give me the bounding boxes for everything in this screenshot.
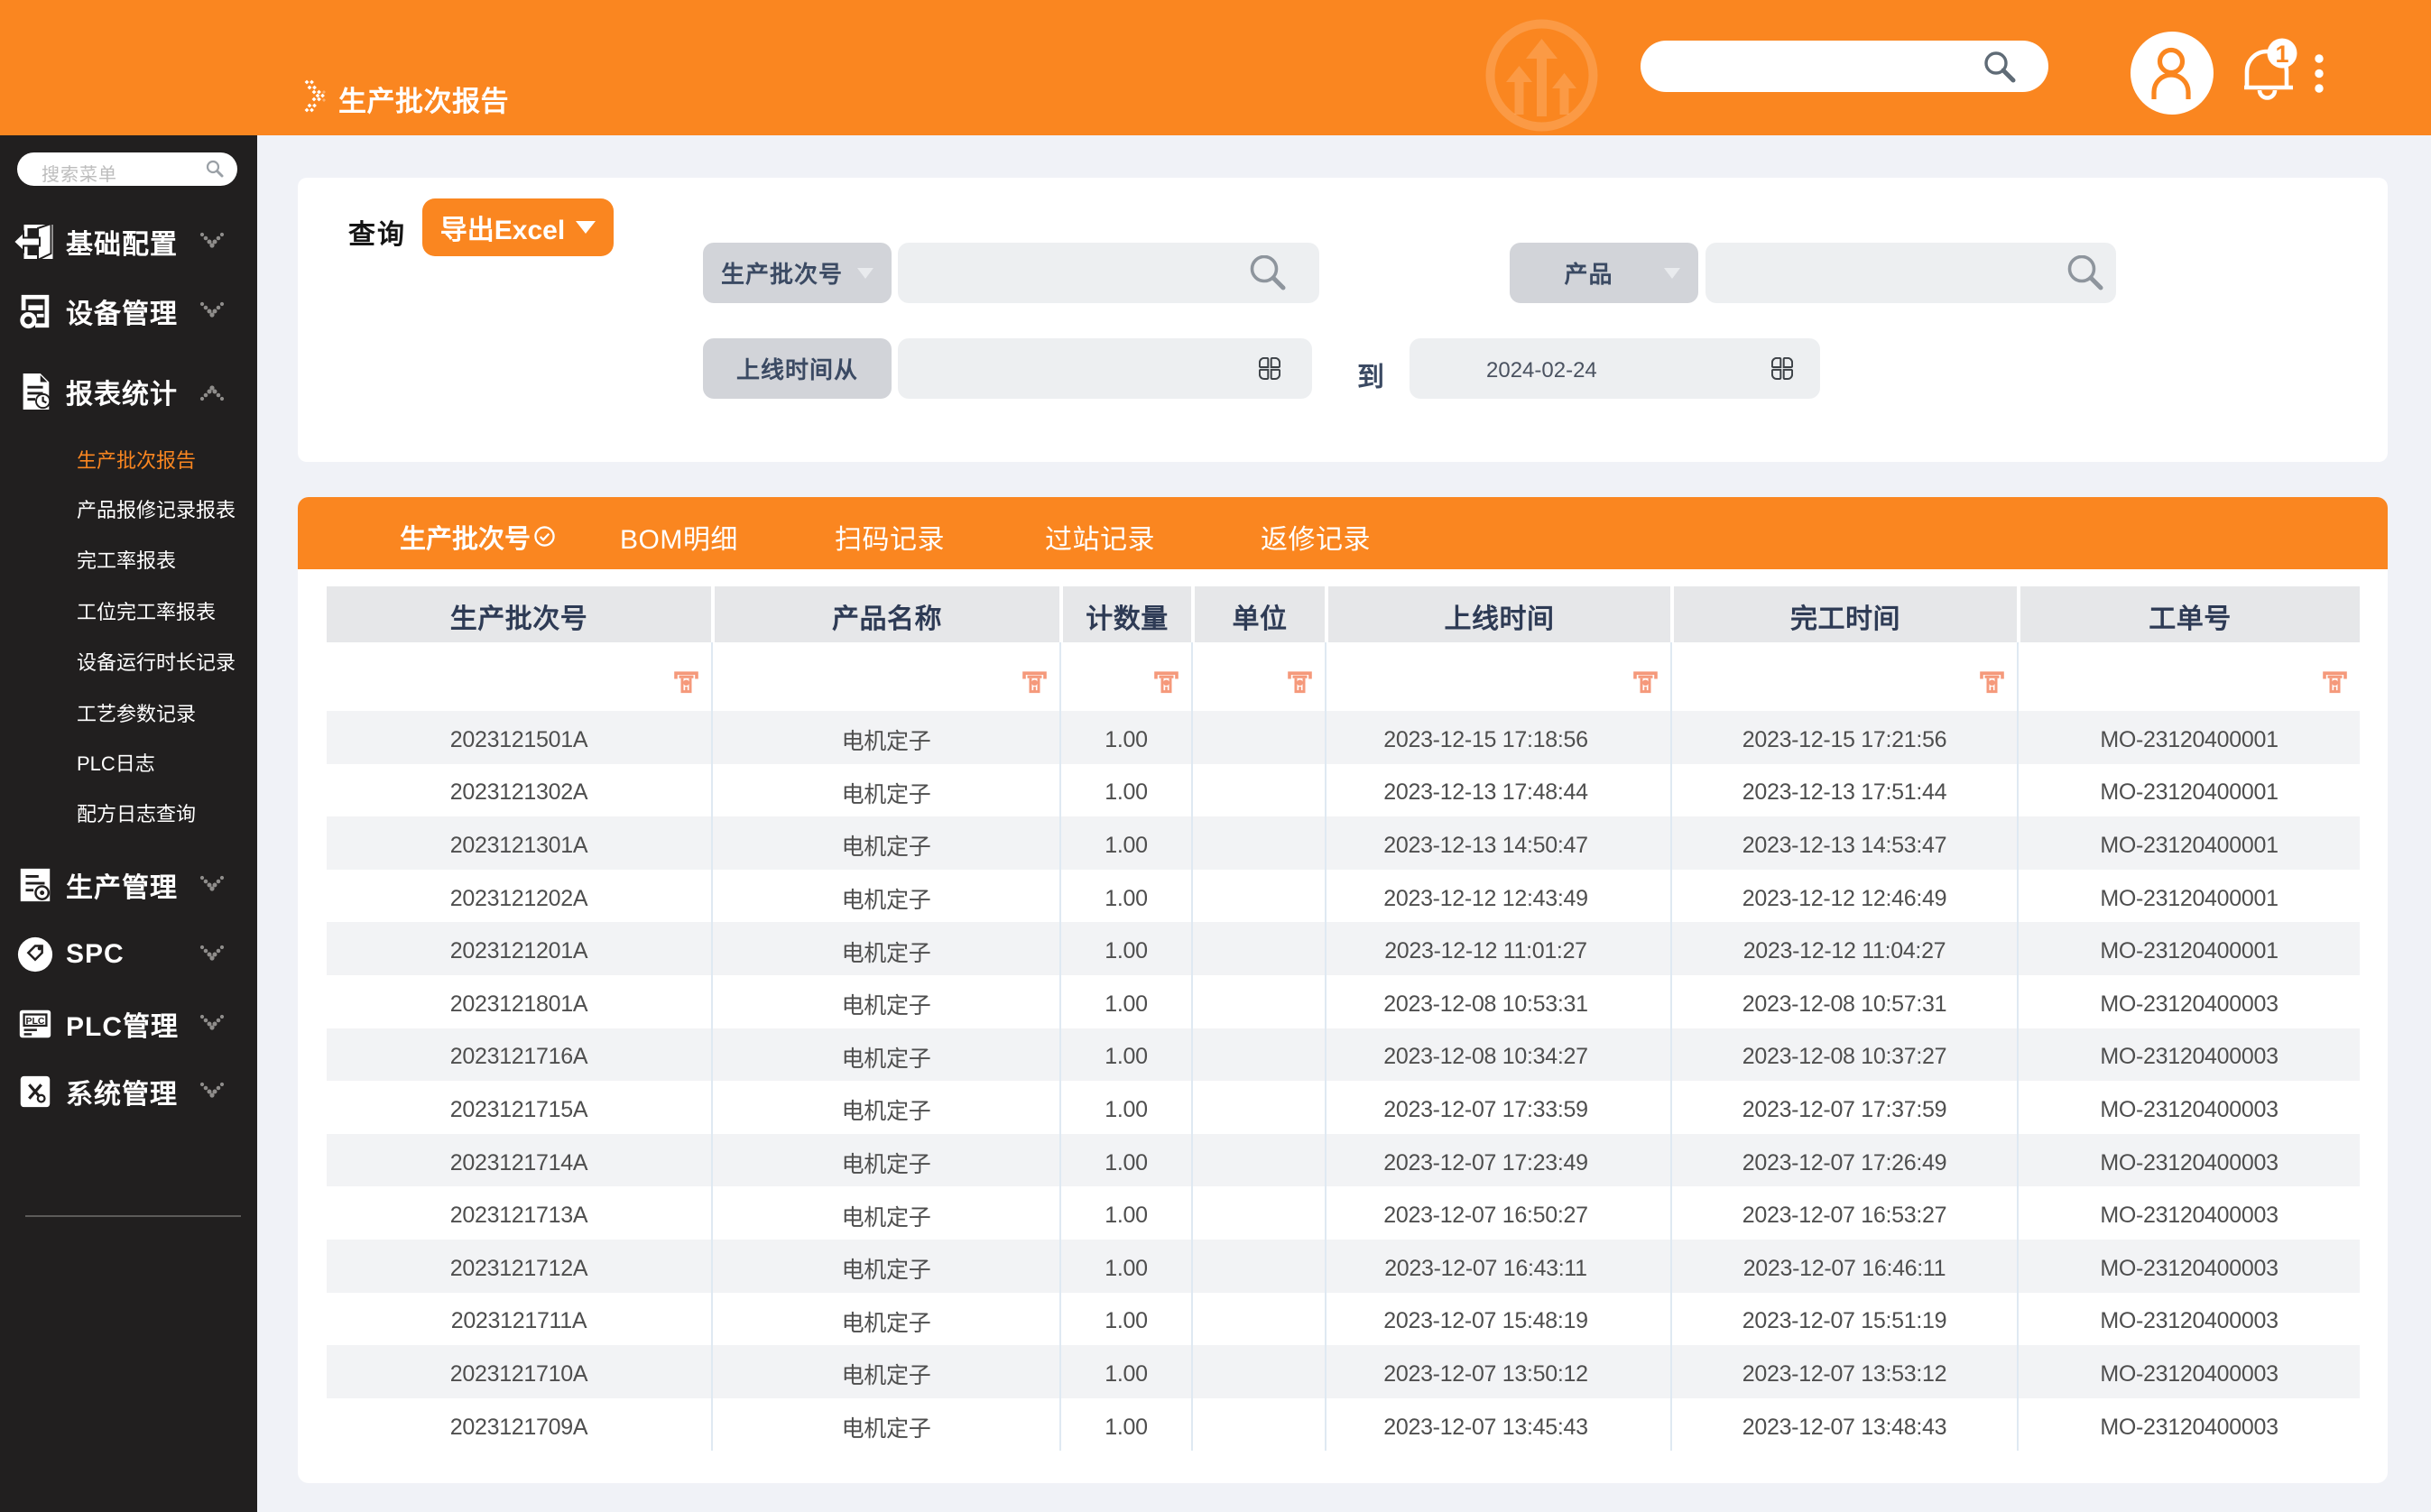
svg-text:PLC: PLC	[26, 1016, 45, 1027]
svg-text:1: 1	[2275, 41, 2288, 68]
